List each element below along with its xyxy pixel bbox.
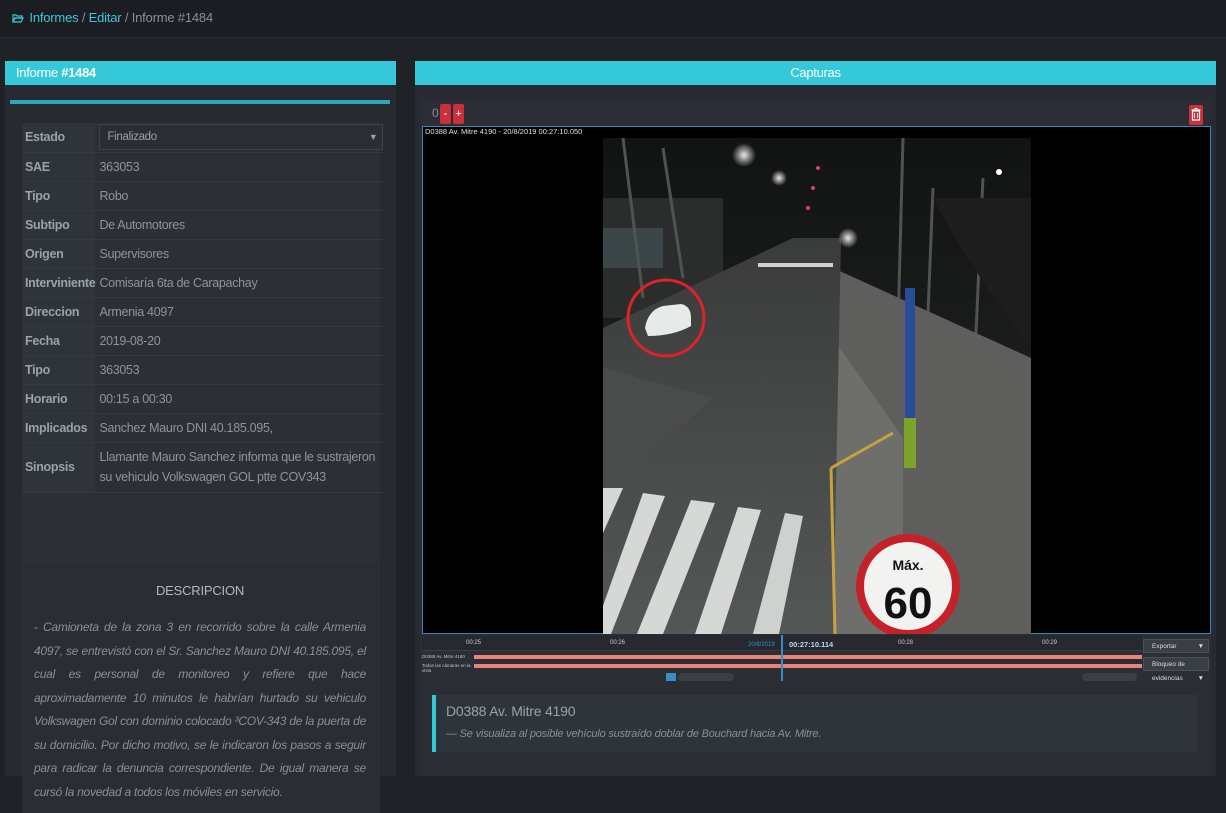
field-value: Sanchez Mauro DNI 40.185.095, bbox=[95, 413, 384, 443]
panel-divider bbox=[10, 100, 390, 104]
breadcrumb-informes-link[interactable]: Informes bbox=[29, 10, 78, 25]
field-label: Implicados bbox=[22, 413, 96, 443]
breadcrumb: Informes / Editar / Informe #1484 bbox=[12, 10, 213, 25]
camera-overlay-label: D0388 Av. Mitre 4190 - 20/8/2019 00:27:1… bbox=[425, 127, 583, 136]
report-fields-table: Estado Finalizado ▼ SAE 363053 Tipo Robo… bbox=[22, 123, 384, 493]
estado-select[interactable]: Finalizado ▼ bbox=[99, 124, 384, 151]
field-label: Sinopsis bbox=[22, 442, 96, 493]
timeline-tick: 00:29 bbox=[1042, 640, 1058, 646]
breadcrumb-separator: / bbox=[81, 10, 86, 25]
breadcrumb-separator: / bbox=[124, 10, 129, 25]
breadcrumb-current: Informe #1484 bbox=[131, 10, 213, 25]
delete-capture-button[interactable] bbox=[1189, 105, 1203, 125]
field-value: Supervisores bbox=[95, 239, 384, 269]
capture-counter: 0 bbox=[432, 106, 439, 120]
timeline-tick: 00:28 bbox=[898, 640, 914, 646]
breadcrumb-editar-link[interactable]: Editar bbox=[89, 10, 122, 25]
timeline-track[interactable] bbox=[474, 655, 1142, 659]
captures-panel: Capturas 0 - + D0388 Av. Mitre 4190 - 20… bbox=[415, 61, 1216, 776]
evidence-lock-button[interactable]: Bloqueo de evidencias ▼ bbox=[1143, 657, 1209, 682]
previous-capture-button[interactable]: - bbox=[440, 104, 451, 124]
report-title-prefix: Informe bbox=[16, 65, 62, 80]
field-label: Horario bbox=[22, 384, 96, 414]
dropdown-arrow-icon: ▼ bbox=[368, 132, 378, 143]
field-label: SAE bbox=[22, 152, 96, 182]
capture-area: 0 - + D0388 Av. Mitre 4190 - 20/8/2019 0… bbox=[420, 99, 1211, 776]
field-value: De Automotores bbox=[95, 210, 384, 240]
play-control-button[interactable] bbox=[666, 673, 676, 681]
timeline-tick: 00:26 bbox=[610, 640, 626, 646]
field-label: Origen bbox=[22, 239, 96, 269]
top-bar: Informes / Editar / Informe #1484 bbox=[0, 0, 1226, 38]
camera-frame-image: Máx. 60 bbox=[603, 138, 1031, 634]
captures-panel-header: Capturas bbox=[415, 61, 1216, 85]
folder-open-icon bbox=[12, 14, 24, 23]
field-value: Comisaría 6ta de Carapachay bbox=[95, 268, 384, 298]
video-timeline[interactable]: 00:25 00:26 00:28 00:29 20/8/2019 00:27:… bbox=[422, 635, 1211, 682]
video-capture-viewer[interactable]: D0388 Av. Mitre 4190 - 20/8/2019 00:27:1… bbox=[422, 126, 1211, 634]
timeline-date: 20/8/2019 bbox=[748, 642, 775, 648]
field-row-subtipo: Subtipo De Automotores bbox=[22, 210, 384, 240]
track-label: D0388 Av. Mitre 4190 bbox=[422, 654, 465, 659]
report-panel-header: Informe #1484 bbox=[5, 61, 396, 85]
field-value: Armenia 4097 bbox=[95, 297, 384, 327]
field-label: Interviniente bbox=[22, 268, 96, 298]
speed-slider[interactable] bbox=[1082, 673, 1137, 681]
estado-select-value: Finalizado bbox=[107, 131, 157, 144]
timeline-track[interactable] bbox=[474, 664, 1142, 668]
field-row-fecha: Fecha 2019-08-20 bbox=[22, 326, 384, 356]
field-row-tipo-2: Tipo 363053 bbox=[22, 355, 384, 385]
track-label: Todas las cámaras en la vista bbox=[422, 663, 471, 673]
field-label: Estado bbox=[22, 123, 96, 153]
field-row-origen: Origen Supervisores bbox=[22, 239, 384, 269]
timeline-playhead[interactable] bbox=[781, 635, 783, 681]
report-panel: Informe #1484 Estado Finalizado ▼ SAE 36… bbox=[5, 61, 396, 813]
field-row-direccion: Direccion Armenia 4097 bbox=[22, 297, 384, 327]
report-info-card: Estado Finalizado ▼ SAE 363053 Tipo Robo… bbox=[22, 123, 384, 813]
chevron-down-icon: ▼ bbox=[1197, 675, 1204, 682]
export-button-label: Exportar bbox=[1152, 643, 1177, 650]
field-value: 363053 bbox=[95, 355, 384, 385]
next-capture-button[interactable]: + bbox=[453, 104, 464, 124]
field-label: Direccion bbox=[22, 297, 96, 327]
field-row-implicados: Implicados Sanchez Mauro DNI 40.185.095, bbox=[22, 413, 384, 443]
field-label: Fecha bbox=[22, 326, 96, 356]
field-label: Tipo bbox=[22, 355, 96, 385]
field-label: Tipo bbox=[22, 181, 96, 211]
field-value: 363053 bbox=[95, 152, 384, 182]
export-button[interactable]: Exportar ▼ bbox=[1143, 639, 1209, 653]
capture-note-text: — Se visualiza al posible vehículo sustr… bbox=[446, 728, 822, 740]
field-label: Subtipo bbox=[22, 210, 96, 240]
field-row-sae: SAE 363053 bbox=[22, 152, 384, 182]
sign-label: Máx. bbox=[892, 557, 923, 573]
field-row-sinopsis: Sinopsis Llamante Mauro Sanchez informa … bbox=[22, 442, 384, 493]
trash-icon bbox=[1191, 107, 1201, 121]
evidence-lock-button-label: Bloqueo de evidencias bbox=[1152, 661, 1185, 682]
timeline-current-time: 00:27:10.114 bbox=[789, 640, 834, 649]
field-value: Robo bbox=[95, 181, 384, 211]
field-row-tipo: Tipo Robo bbox=[22, 181, 384, 211]
field-value: 2019-08-20 bbox=[95, 326, 384, 356]
zoom-slider[interactable] bbox=[678, 673, 734, 681]
field-row-estado: Estado Finalizado ▼ bbox=[22, 123, 384, 153]
capture-note-title: D0388 Av. Mitre 4190 bbox=[446, 703, 576, 719]
field-row-horario: Horario 00:15 a 00:30 bbox=[22, 384, 384, 414]
capture-note: D0388 Av. Mitre 4190 — Se visualiza al p… bbox=[432, 695, 1198, 752]
chevron-down-icon: ▼ bbox=[1197, 643, 1204, 650]
timeline-tick: 00:25 bbox=[466, 640, 482, 646]
field-value: Llamante Mauro Sanchez informa que le su… bbox=[95, 442, 384, 493]
sign-number: 60 bbox=[884, 579, 933, 628]
field-value: 00:15 a 00:30 bbox=[95, 384, 384, 414]
field-row-interviniente: Interviniente Comisaría 6ta de Carapacha… bbox=[22, 268, 384, 298]
report-number: #1484 bbox=[61, 65, 96, 80]
description-title: DESCRIPCION bbox=[155, 583, 245, 598]
